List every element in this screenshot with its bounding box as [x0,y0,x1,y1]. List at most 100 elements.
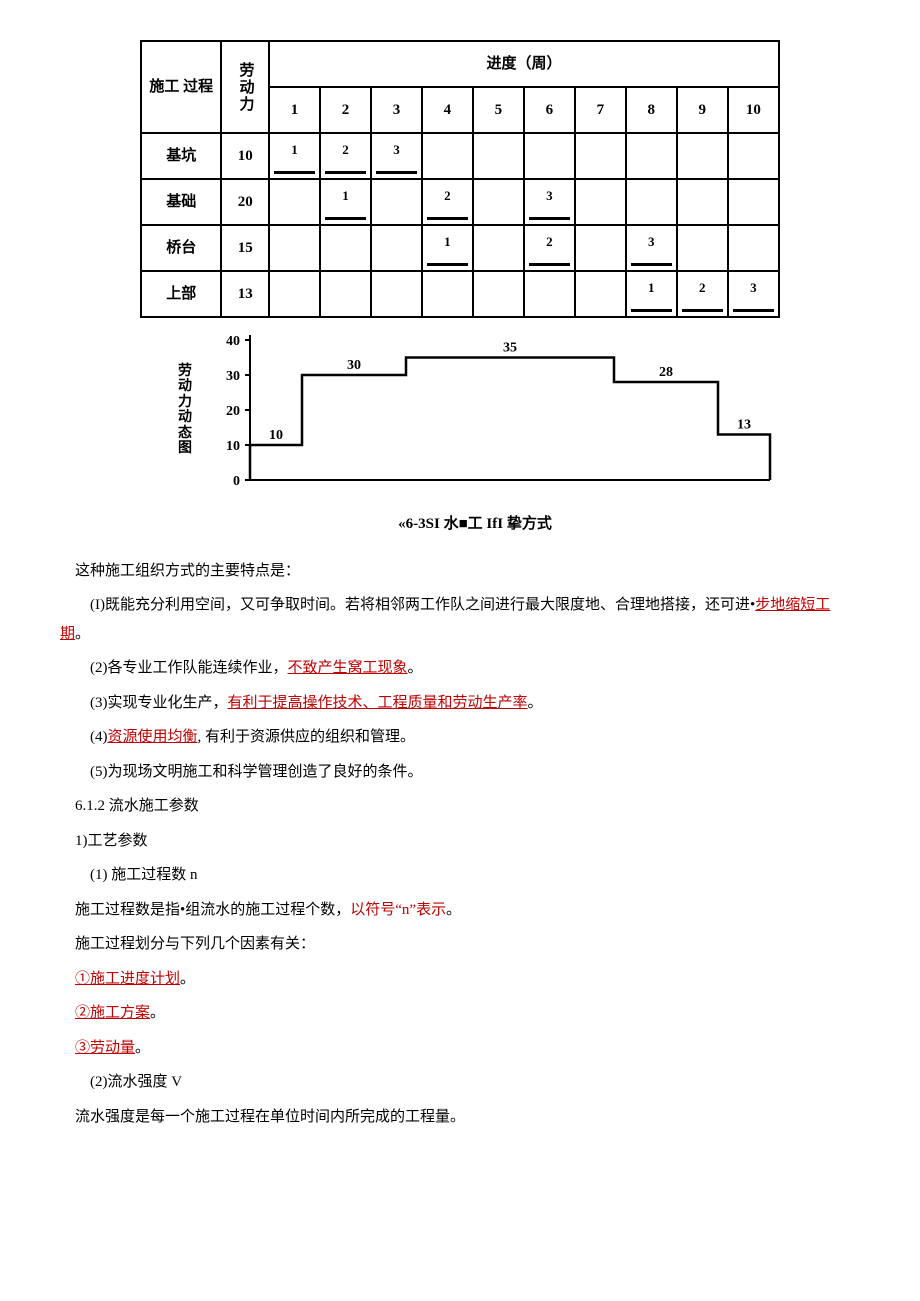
sec1-2: (2)流水强度 V [60,1068,860,1097]
schedule-cell: 1 [269,133,320,179]
gantt-bar [427,263,468,266]
schedule-cell [677,179,728,225]
bar-label: 2 [321,138,370,163]
schedule-cell: 2 [677,271,728,317]
bar-label: 2 [678,276,727,301]
labor-value: 10 [221,133,269,179]
table-row: 基础20 1 2 3 [141,179,779,225]
gantt-bar [682,309,723,312]
para0: 这种施工组织方式的主要特点是： [60,557,860,586]
sec612: 6.1.2 流水施工参数 [60,792,860,821]
labor-value: 20 [221,179,269,225]
schedule-cell: 3 [524,179,575,225]
schedule-cell: 2 [422,179,473,225]
sec1-1-p2: 施工过程划分与下列几个因素有关： [60,930,860,959]
schedule-cell [473,271,524,317]
schedule-cell [575,179,626,225]
schedule-cell [728,225,779,271]
factor-2: ②施工方案。 [60,999,860,1028]
bar-label: 1 [321,184,370,209]
hdr-labor: 劳动力 [221,41,269,133]
svg-text:10: 10 [226,439,240,454]
schedule-cell [524,271,575,317]
figure-caption: «6-3SI 水■工 IfI 挚方式 [60,510,860,539]
schedule-cell [269,271,320,317]
gantt-bar [325,217,366,220]
schedule-cell [473,225,524,271]
schedule-cell [422,271,473,317]
sec1: 1)工艺参数 [60,827,860,856]
svg-text:30: 30 [347,358,361,373]
sec1-1-p1: 施工过程数是指•组流水的施工过程个数，以符号“n”表示。 [60,896,860,925]
gantt-bar [631,309,672,312]
para4: (4)资源使用均衡, 有利于资源供应的组织和管理。 [60,723,860,752]
schedule-cell [677,133,728,179]
gantt-bar [274,171,315,174]
factor-1: ①施工进度计划。 [60,965,860,994]
chart-ylabel: 劳动力动态图 [178,364,194,456]
schedule-cell: 1 [320,179,371,225]
schedule-cell [371,179,422,225]
schedule-cell [728,133,779,179]
process-name: 上部 [141,271,221,317]
svg-text:13: 13 [737,418,751,433]
gantt-bar [631,263,672,266]
bar-label: 3 [729,276,778,301]
schedule-cell [320,225,371,271]
gantt-bar [427,217,468,220]
hdr-process: 施工 过程 [141,41,221,133]
bar-label: 3 [627,230,676,255]
schedule-cell: 1 [422,225,473,271]
process-name: 基坑 [141,133,221,179]
schedule-cell [473,133,524,179]
gantt-bar [325,171,366,174]
svg-text:20: 20 [226,404,240,419]
gantt-bar [529,217,570,220]
schedule-table: 施工 过程 劳动力 进度（周） 1 2 3 4 5 6 7 8 9 10 基坑1… [140,40,780,318]
schedule-cell [371,225,422,271]
bar-label: 2 [525,230,574,255]
labor-value: 15 [221,225,269,271]
table-row: 基坑10123 [141,133,779,179]
sec1-2-p: 流水强度是每一个施工过程在单位时间内所完成的工程量。 [60,1103,860,1132]
schedule-cell [728,179,779,225]
schedule-cell [626,133,677,179]
schedule-cell [269,179,320,225]
bar-label: 1 [423,230,472,255]
para5: (5)为现场文明施工和科学管理创造了良好的条件。 [60,758,860,787]
svg-text:10: 10 [269,428,283,443]
schedule-cell [575,133,626,179]
svg-text:40: 40 [226,334,240,349]
para2: (2)各专业工作队能连续作业，不致产生窝工现象。 [60,654,860,683]
schedule-cell [524,133,575,179]
bar-label: 2 [423,184,472,209]
schedule-cell [575,225,626,271]
schedule-cell: 2 [524,225,575,271]
process-name: 基础 [141,179,221,225]
table-row: 上部13 123 [141,271,779,317]
schedule-cell: 3 [728,271,779,317]
gantt-bar [376,171,417,174]
labor-value: 13 [221,271,269,317]
schedule-cell: 1 [626,271,677,317]
svg-text:0: 0 [233,474,240,489]
schedule-cell [371,271,422,317]
schedule-cell [575,271,626,317]
svg-text:28: 28 [659,365,673,380]
table-row: 桥台15 1 2 3 [141,225,779,271]
schedule-cell [422,133,473,179]
schedule-cell [320,271,371,317]
process-name: 桥台 [141,225,221,271]
schedule-cell [677,225,728,271]
hdr-progress: 进度（周） [269,41,779,87]
schedule-cell: 2 [320,133,371,179]
schedule-cell [626,179,677,225]
gantt-bar [529,263,570,266]
labor-chart: 劳动力动态图 4030201001030352813 [140,330,780,500]
bar-label: 3 [525,184,574,209]
schedule-cell [473,179,524,225]
para1: (I)既能充分利用空间，又可争取时间。若将相邻两工作队之间进行最大限度地、合理地… [60,591,860,648]
svg-text:30: 30 [226,369,240,384]
bar-label: 1 [627,276,676,301]
factor-3: ③劳动量。 [60,1034,860,1063]
